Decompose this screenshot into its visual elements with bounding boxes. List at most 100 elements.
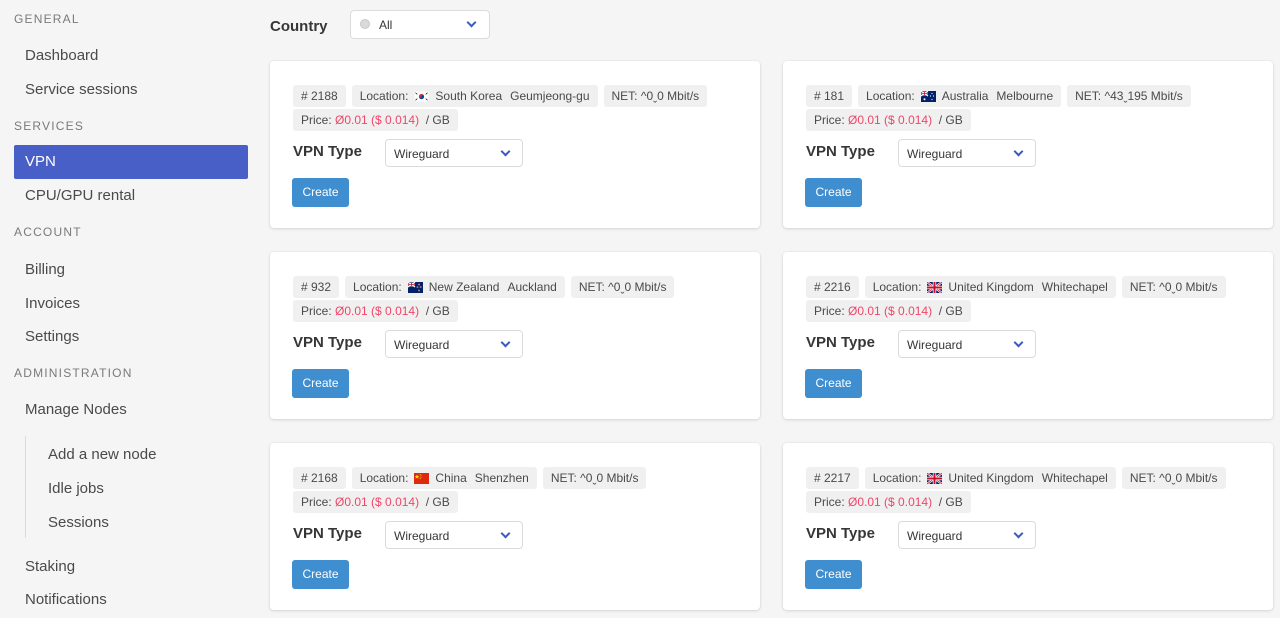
node-id: # 2217 xyxy=(814,471,851,485)
vpn-type-select[interactable]: Wireguard xyxy=(898,521,1036,549)
chevron-down-icon xyxy=(500,146,511,157)
price-value: Ø0.01 ($ 0.014) xyxy=(848,495,933,509)
create-button[interactable]: Create xyxy=(805,178,862,207)
node-tags: # 2188 Location: South Korea Geumjeong-g… xyxy=(293,85,753,133)
chevron-down-icon xyxy=(1013,146,1024,157)
node-id: # 2216 xyxy=(814,280,851,294)
location-tag: Location: United Kingdom Whitechapel xyxy=(864,467,1116,489)
sidebar-item-staking[interactable]: Staking xyxy=(14,550,248,584)
net-tag: NET: ^0ˬ0 Mbit/s xyxy=(542,467,647,489)
node-tags: # 932 Location: New Zealand Auckland NET… xyxy=(293,276,753,324)
section-label-services: SERVICES xyxy=(14,119,85,133)
price-tag: Price: Ø0.01 ($ 0.014) / GB xyxy=(806,109,971,131)
price-tag: Price: Ø0.01 ($ 0.014) / GB xyxy=(293,109,458,131)
price-unit: / GB xyxy=(938,304,963,318)
price-value: Ø0.01 ($ 0.014) xyxy=(848,113,933,127)
sidebar-item-billing[interactable]: Billing xyxy=(14,253,248,287)
create-button[interactable]: Create xyxy=(292,178,349,207)
location-label: Location: xyxy=(359,89,409,103)
location-city: Whitechapel xyxy=(1041,280,1108,294)
price-unit: / GB xyxy=(425,304,450,318)
location-tag: Location: South Korea Geumjeong-gu xyxy=(351,85,598,107)
node-card: # 2188 Location: South Korea Geumjeong-g… xyxy=(270,61,760,228)
vpn-type-select[interactable]: Wireguard xyxy=(385,139,523,167)
manage-nodes-submenu: Add a new node Idle jobs Sessions xyxy=(25,436,245,538)
sidebar-item-settings[interactable]: Settings xyxy=(14,320,248,354)
node-card: # 2168 Location: China Shenzhen NET: ^0ˬ… xyxy=(270,443,760,610)
node-id-tag: # 2216 xyxy=(806,276,859,298)
net-speed: NET: ^0ˬ0 Mbit/s xyxy=(1129,471,1218,485)
section-label-account: ACCOUNT xyxy=(14,225,82,239)
location-label: Location: xyxy=(872,280,922,294)
price-unit: / GB xyxy=(938,495,963,509)
vpn-type-value: Wireguard xyxy=(394,529,450,543)
sidebar-item-vpn[interactable]: VPN xyxy=(14,145,248,179)
kr-flag-icon xyxy=(414,90,430,102)
vpn-type-value: Wireguard xyxy=(907,529,963,543)
node-tags: # 2216 Location: United Kingdom Whitecha… xyxy=(806,276,1266,324)
location-country: Australia xyxy=(941,89,989,103)
sidebar-subitem-add-node[interactable]: Add a new node xyxy=(48,438,228,472)
net-tag: NET: ^0ˬ0 Mbit/s xyxy=(1121,467,1226,489)
location-city: Shenzhen xyxy=(474,471,529,485)
net-tag: NET: ^43ˬ195 Mbit/s xyxy=(1067,85,1191,107)
node-id: # 2168 xyxy=(301,471,338,485)
vpn-type-label: VPN Type xyxy=(293,334,362,351)
node-tags: # 181 Location: Australia Melbourne NET:… xyxy=(806,85,1266,133)
country-select-value: All xyxy=(379,18,393,32)
price-tag: Price: Ø0.01 ($ 0.014) / GB xyxy=(293,300,458,322)
location-label: Location: xyxy=(353,280,402,294)
location-country: United Kingdom xyxy=(948,280,1034,294)
price-label: Price: xyxy=(814,304,845,318)
vpn-type-select[interactable]: Wireguard xyxy=(898,139,1036,167)
price-unit: / GB xyxy=(425,113,450,127)
price-label: Price: xyxy=(301,495,332,509)
globe-icon xyxy=(360,19,370,29)
create-button[interactable]: Create xyxy=(805,369,862,398)
price-label: Price: xyxy=(301,304,332,318)
vpn-type-label: VPN Type xyxy=(806,143,875,160)
price-tag: Price: Ø0.01 ($ 0.014) / GB xyxy=(293,491,458,513)
node-card: # 2216 Location: United Kingdom Whitecha… xyxy=(783,252,1273,419)
create-button[interactable]: Create xyxy=(292,560,349,589)
sidebar-item-notifications[interactable]: Notifications xyxy=(14,583,248,617)
au-flag-icon xyxy=(920,90,936,102)
vpn-type-label: VPN Type xyxy=(806,525,875,542)
create-button[interactable]: Create xyxy=(292,369,349,398)
sidebar-subitem-idle-jobs[interactable]: Idle jobs xyxy=(48,472,228,506)
location-country: New Zealand xyxy=(428,280,500,294)
main-content: Country All # 2188 Location: South Korea… xyxy=(258,0,1280,618)
location-label: Location: xyxy=(866,89,915,103)
location-country: South Korea xyxy=(435,89,503,103)
location-label: Location: xyxy=(872,471,922,485)
section-label-general: GENERAL xyxy=(14,12,80,26)
vpn-type-label: VPN Type xyxy=(806,334,875,351)
chevron-down-icon xyxy=(500,337,511,348)
sidebar-item-service-sessions[interactable]: Service sessions xyxy=(14,73,248,107)
location-label: Location: xyxy=(359,471,409,485)
net-speed: NET: ^0ˬ0 Mbit/s xyxy=(1129,280,1218,294)
vpn-type-select[interactable]: Wireguard xyxy=(898,330,1036,358)
sidebar-item-manage-nodes[interactable]: Manage Nodes xyxy=(14,393,248,427)
create-button[interactable]: Create xyxy=(805,560,862,589)
sidebar-item-invoices[interactable]: Invoices xyxy=(14,287,248,321)
sidebar-item-cpu-gpu-rental[interactable]: CPU/GPU rental xyxy=(14,179,248,213)
location-city: Geumjeong-gu xyxy=(510,89,590,103)
sidebar-subitem-sessions[interactable]: Sessions xyxy=(48,506,228,540)
chevron-down-icon xyxy=(1013,528,1024,539)
location-city: Auckland xyxy=(507,280,557,294)
chevron-down-icon xyxy=(1013,337,1024,348)
node-id-tag: # 2217 xyxy=(806,467,859,489)
country-filter-label: Country xyxy=(270,18,328,35)
vpn-type-select[interactable]: Wireguard xyxy=(385,330,523,358)
node-id-tag: # 932 xyxy=(293,276,340,298)
sidebar: GENERAL Dashboard Service sessions SERVI… xyxy=(0,0,258,618)
vpn-type-select[interactable]: Wireguard xyxy=(385,521,523,549)
sidebar-item-dashboard[interactable]: Dashboard xyxy=(14,39,248,73)
net-tag: NET: ^0ˬ0 Mbit/s xyxy=(603,85,708,107)
vpn-type-value: Wireguard xyxy=(907,147,963,161)
country-select[interactable]: All xyxy=(350,10,490,39)
node-card: # 2217 Location: United Kingdom Whitecha… xyxy=(783,443,1273,610)
vpn-type-label: VPN Type xyxy=(293,143,362,160)
node-id-tag: # 2188 xyxy=(293,85,346,107)
